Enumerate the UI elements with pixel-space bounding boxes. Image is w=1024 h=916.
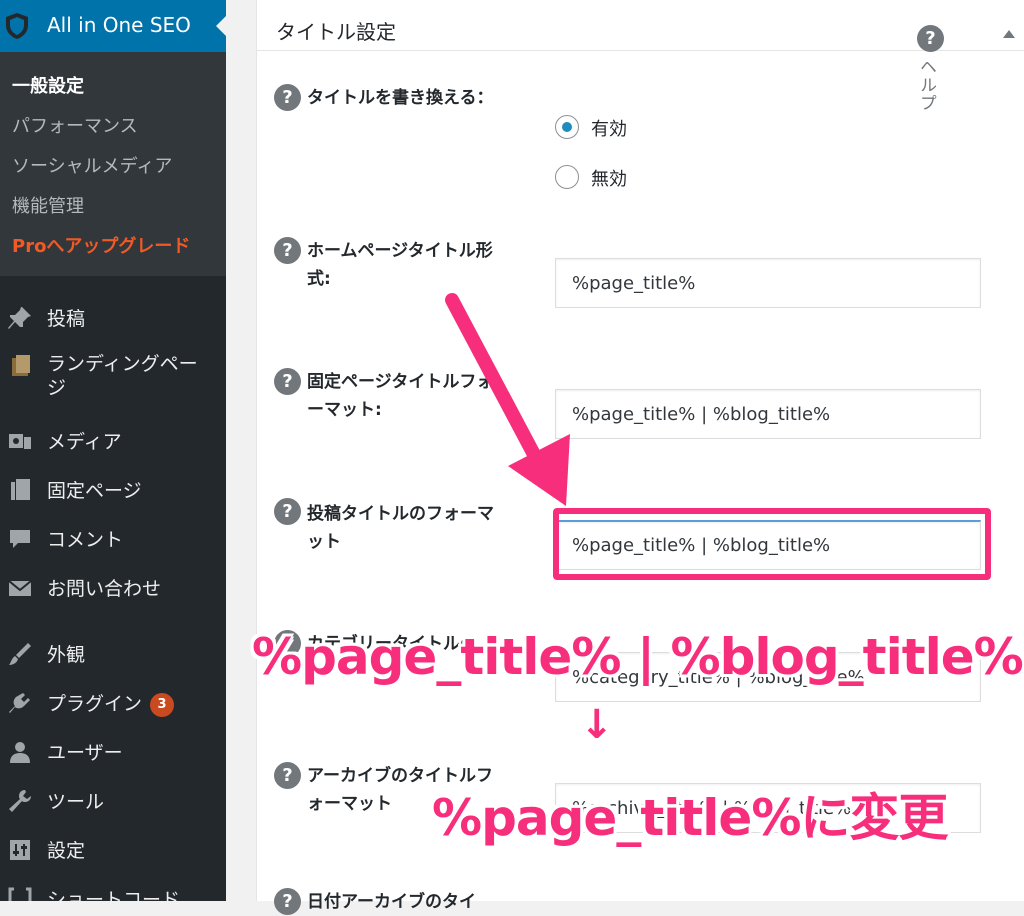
annotation-down-arrow: ↓ [580,702,614,748]
admin-sidebar: All in One SEO 一般設定 パフォーマンス ソーシャルメディア 機能… [0,0,226,901]
page-title-format-input[interactable] [555,389,981,439]
submenu-social-media[interactable]: ソーシャルメディア [12,152,172,178]
sidebar-item-plugins[interactable]: プラグイン 3 [0,681,226,721]
collapse-toggle-icon[interactable] [1003,30,1015,38]
help-icon[interactable]: ? [917,25,944,52]
sidebar-item-media[interactable]: メディア [0,419,226,459]
sidebar-item-label: ランディングペー [47,353,198,375]
sidebar-item-tools[interactable]: ツール [0,779,226,819]
sidebar-item-label: 固定ページ [47,480,142,502]
pages-stack-icon [6,352,34,380]
rewrite-titles-label: タイトルを書き換える： [307,88,494,108]
sidebar-item-label: 投稿 [47,308,86,330]
rewrite-enabled-radio[interactable] [555,115,579,139]
sidebar-item-all-in-one-seo[interactable]: All in One SEO [0,0,226,52]
submenu-upgrade-pro[interactable]: Proへアップグレード [12,232,190,258]
question-mark-icon[interactable]: ? [274,498,301,525]
plugin-submenu: 一般設定 パフォーマンス ソーシャルメディア 機能管理 Proへアップグレード [0,52,226,276]
sidebar-item-pages[interactable]: 固定ページ [0,468,226,508]
sidebar-item-label: お問い合わせ [47,578,162,600]
question-mark-icon[interactable]: ? [274,888,301,915]
sidebar-item-posts[interactable]: 投稿 [0,296,226,336]
sidebar-item-users[interactable]: ユーザー [0,730,226,770]
page-title-format-label: 固定ページタイトルフォーマット: [307,372,494,420]
sidebar-item-label: ツール [47,791,105,813]
rewrite-disabled-label[interactable]: 無効 [591,165,627,191]
mail-icon [6,574,34,602]
sidebar-item-label: 外観 [47,644,86,666]
question-mark-icon[interactable]: ? [274,762,301,789]
sidebar-item-shortcode[interactable]: ショートコード [0,877,226,901]
highlight-box [553,508,991,580]
help-label[interactable]: ヘルプ [914,58,939,112]
sidebar-item-comments[interactable]: コメント [0,517,226,557]
comment-icon [6,525,34,553]
user-icon [6,738,34,766]
panel-header[interactable]: タイトル設定 [257,0,1024,51]
submenu-general-settings[interactable]: 一般設定 [12,72,84,98]
question-mark-icon[interactable]: ? [274,368,301,395]
sidebar-item-label: プラグイン [47,693,143,715]
post-title-format-label: 投稿タイトルのフォーマット [307,504,494,552]
home-title-format-input[interactable] [555,258,981,308]
media-icon [6,427,34,455]
shortcode-icon [6,885,34,901]
title-settings-panel: タイトル設定 ? ヘルプ ? タイトルを書き換える： 有効 無効 ? ホームペー… [256,0,1024,915]
sidebar-item-label: コメント [47,529,124,551]
home-title-format-label: ホームページタイトル形式: [307,241,493,289]
date-archive-title-label: 日付アーカイブのタイ [307,892,476,912]
plugin-icon [6,689,34,717]
panel-title: タイトル設定 [276,20,396,44]
sidebar-item-label-cont: ジ [47,377,67,399]
sidebar-plugin-title: All in One SEO [47,13,191,37]
rewrite-disabled-radio[interactable] [555,165,579,189]
rewrite-enabled-label[interactable]: 有効 [591,115,627,141]
sidebar-item-settings[interactable]: 設定 [0,828,226,868]
sidebar-item-contact[interactable]: お問い合わせ [0,566,226,606]
sidebar-item-landing-pages[interactable]: ランディングペー ジ [0,344,226,404]
settings-icon [6,836,34,864]
question-mark-icon[interactable]: ? [274,84,301,111]
shield-icon [4,12,30,40]
brush-icon [6,640,34,668]
sidebar-item-label: ショートコード [47,889,181,901]
pin-icon [6,304,34,332]
submenu-performance[interactable]: パフォーマンス [12,112,138,138]
submenu-feature-manager[interactable]: 機能管理 [12,192,84,218]
question-mark-icon[interactable]: ? [274,237,301,264]
annotation-new-format: %page_title%に変更 [432,789,948,847]
sidebar-item-label: ユーザー [47,742,123,764]
wrench-icon [6,787,34,815]
sidebar-item-appearance[interactable]: 外観 [0,632,226,672]
sidebar-item-label: メディア [47,431,122,453]
update-count-badge: 3 [150,692,175,717]
sidebar-item-label: 設定 [47,840,86,862]
page-icon [6,476,34,504]
annotation-original-format: %page_title% | %blog_title% [252,628,1024,686]
